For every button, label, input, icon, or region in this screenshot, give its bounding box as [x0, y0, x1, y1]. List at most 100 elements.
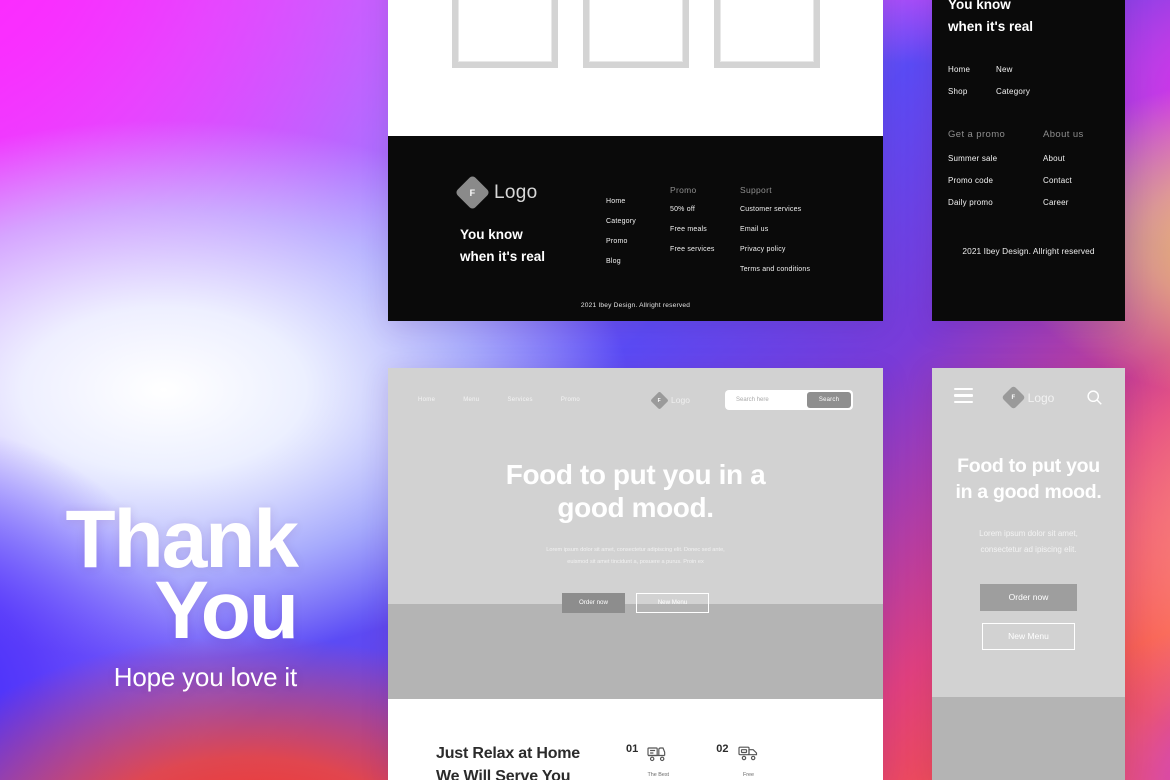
mobile-footer-link[interactable]: Home — [948, 65, 996, 74]
footer-tagline-line-1: You know — [460, 227, 523, 242]
footer-link[interactable]: Customer services — [740, 206, 810, 213]
mobile-footer-column-heading: About us — [1043, 129, 1084, 141]
relax-heading: Just Relax at Home We Will Serve You — [436, 743, 580, 780]
logo-mark-letter: F — [658, 397, 662, 403]
search-input[interactable]: Search here — [727, 397, 807, 403]
hero-content: Food to put you in a good mood. Lorem ip… — [388, 410, 883, 613]
hero-section: Home Menu Services Promo F Logo Search h… — [388, 368, 883, 613]
feature-body: The Best — [646, 743, 670, 778]
footer-link[interactable]: Privacy policy — [740, 246, 810, 253]
mobile-footer-copyright: 2021 Ibey Design. Allright reserved — [962, 246, 1095, 257]
search-bar[interactable]: Search here Search — [725, 390, 853, 410]
footer-link[interactable]: Free meals — [670, 226, 740, 233]
mobile-hero-heading-line-2: in a good mood. — [955, 480, 1102, 503]
thank-you-line-2: You — [154, 564, 299, 656]
feature-item-01: 01 The Best — [626, 743, 670, 778]
diamond-logo-icon: F — [1001, 385, 1026, 410]
mobile-footer-link[interactable]: Career — [1043, 198, 1084, 207]
mobile-footer-columns: Get a promo Summer sale Promo code Daily… — [948, 129, 1109, 220]
nav-item-promo[interactable]: Promo — [561, 397, 580, 403]
mobile-footer-quicklinks-col-1: Home Shop — [948, 65, 996, 109]
relax-section: Just Relax at Home We Will Serve You 01 … — [388, 699, 883, 780]
mobile-footer-link[interactable]: Contact — [1043, 176, 1084, 185]
search-button[interactable]: Search — [807, 392, 851, 408]
footer-link[interactable]: Email us — [740, 226, 810, 233]
mobile-footer-link[interactable]: New — [996, 65, 1030, 74]
hero-body-text: Lorem ipsum dolor sit amet, consectetur … — [388, 545, 883, 568]
new-menu-button[interactable]: New Menu — [636, 592, 709, 613]
card-placeholder-row — [388, 0, 883, 68]
diamond-logo-icon: F — [454, 174, 491, 211]
feature-label: The Best — [647, 772, 670, 778]
mobile-hero-heading: Food to put you in a good mood. — [950, 454, 1107, 505]
nav-item-services[interactable]: Services — [507, 397, 532, 403]
mobile-hero-content: Food to put you in a good mood. Lorem ip… — [932, 407, 1125, 650]
brand-name: Logo — [671, 395, 690, 405]
relax-heading-line-1: Just Relax at Home — [436, 745, 581, 762]
brand-lockup[interactable]: F Logo — [454, 174, 606, 211]
footer-column-promo: Promo 50% off Free meals Free services — [670, 180, 740, 286]
mobile-order-now-button[interactable]: Order now — [980, 583, 1077, 611]
mobile-footer-quicklinks-col-2: New Category — [996, 65, 1030, 109]
mobile-footer-tagline-line-2: when it's real — [948, 18, 1033, 34]
desktop-navbar: Home Menu Services Promo F Logo Search h… — [388, 368, 883, 410]
hero-heading-line-2: good mood. — [557, 492, 714, 524]
diamond-logo-icon: F — [650, 390, 669, 410]
footer-link[interactable]: Blog — [606, 258, 670, 265]
desktop-footer-mockup: F Logo You know when it's real Home Cate… — [388, 0, 883, 321]
order-now-button[interactable]: Order now — [562, 592, 625, 613]
navbar-logo[interactable]: F Logo — [650, 390, 690, 410]
nav-item-home[interactable]: Home — [418, 397, 435, 403]
mobile-new-menu-button[interactable]: New Menu — [982, 622, 1075, 650]
mobile-hero-mockup: F Logo Food to put you in a good mood. L… — [932, 368, 1125, 780]
card-placeholder — [582, 0, 689, 68]
footer-link[interactable]: Free services — [670, 246, 740, 253]
footer-tagline: You know when it's real — [460, 224, 606, 269]
mobile-hero-section: F Logo Food to put you in a good mood. L… — [932, 368, 1125, 697]
mobile-footer-link[interactable]: Daily promo — [948, 198, 1043, 207]
nav-links: Home Menu Services Promo — [418, 397, 580, 403]
delivery-truck-icon — [737, 746, 757, 761]
footer-column-main: Home Category Promo Blog — [606, 180, 670, 286]
nav-item-menu[interactable]: Menu — [463, 397, 479, 403]
mobile-footer-link[interactable]: Category — [996, 87, 1030, 96]
brand-name: Logo — [1027, 390, 1055, 405]
mobile-hero-body-line-2: consectetur ad ipiscing elit. — [980, 544, 1077, 554]
logo-mark-letter: F — [469, 187, 476, 198]
mobile-footer-link[interactable]: Shop — [948, 87, 996, 96]
mobile-footer-tagline-line-1: You know — [948, 0, 1011, 12]
feature-number: 01 — [626, 743, 639, 755]
hero-heading-line-1: Food to put you in a — [505, 459, 766, 490]
footer-copyright: 2021 Ibey Design. Allright reserved — [580, 302, 691, 309]
mobile-footer-link[interactable]: Promo code — [948, 176, 1043, 185]
feature-label: Free — [742, 772, 755, 778]
thank-you-subtitle: Hope you love it — [113, 662, 297, 693]
mobile-hero-body-text: Lorem ipsum dolor sit amet, consectetur … — [950, 526, 1107, 558]
mobile-footer-link[interactable]: About — [1043, 154, 1084, 163]
mobile-footer-link[interactable]: Summer sale — [948, 154, 1043, 163]
desktop-hero-mockup: Home Menu Services Promo F Logo Search h… — [388, 368, 883, 780]
footer-column-support: Support Customer services Email us Priva… — [740, 180, 810, 286]
site-footer: F Logo You know when it's real Home Cate… — [388, 136, 883, 321]
footer-link[interactable]: Promo — [606, 238, 670, 245]
footer-link[interactable]: Home — [606, 198, 670, 205]
card-placeholder — [451, 0, 558, 68]
footer-link[interactable]: Terms and conditions — [740, 266, 810, 273]
mobile-footer: You know when it's real Home Shop New Ca… — [932, 0, 1125, 256]
mobile-footer-column-heading: Get a promo — [948, 129, 1006, 141]
search-icon[interactable] — [1086, 389, 1103, 406]
feature-item-02: 02 Free — [716, 743, 760, 778]
hamburger-menu-icon[interactable] — [954, 388, 973, 407]
footer-column-heading: Promo — [670, 185, 697, 195]
brand-name: Logo — [494, 181, 538, 203]
mobile-footer-tagline: You know when it's real — [948, 0, 1109, 37]
mobile-navbar: F Logo — [932, 368, 1125, 410]
footer-brand: F Logo You know when it's real — [454, 174, 606, 286]
footer-link[interactable]: 50% off — [670, 206, 740, 213]
hero-body-line-1: Lorem ipsum dolor sit amet, consectetur … — [546, 547, 725, 554]
mobile-footer-mockup: You know when it's real Home Shop New Ca… — [932, 0, 1125, 321]
hero-heading: Food to put you in a good mood. — [388, 458, 883, 524]
footer-column-heading: Support — [740, 185, 772, 195]
footer-link[interactable]: Category — [606, 218, 670, 225]
mobile-navbar-logo[interactable]: F Logo — [1001, 385, 1055, 410]
